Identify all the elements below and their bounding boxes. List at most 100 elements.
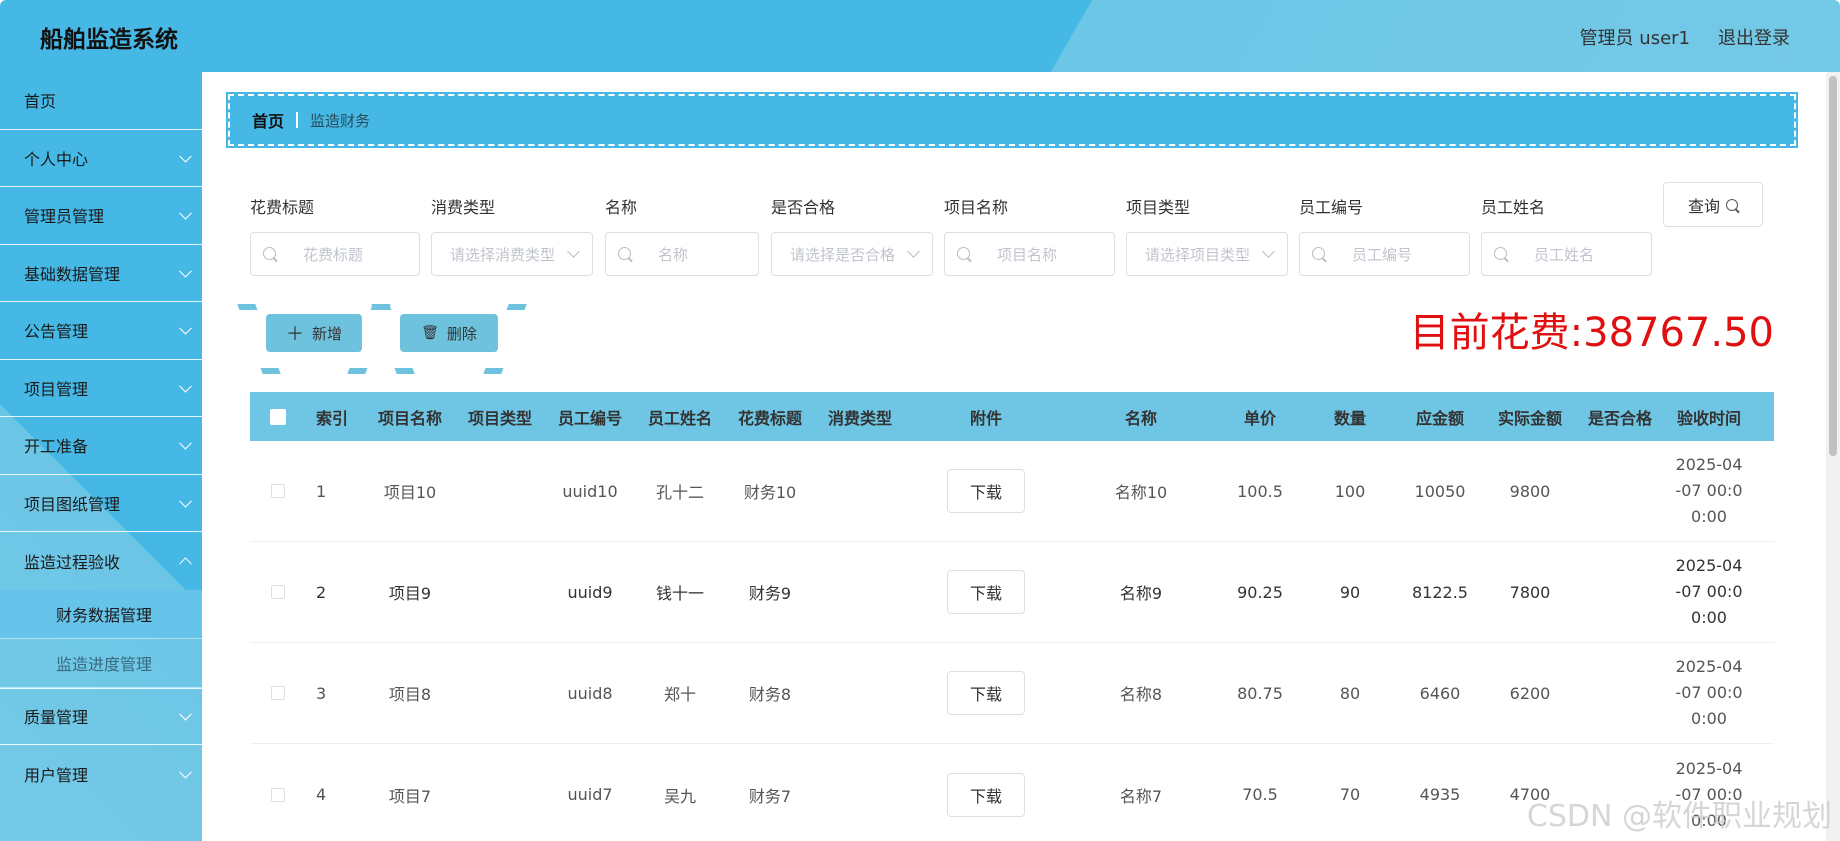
trash-icon: 🗑	[421, 325, 439, 341]
col-header: 数量	[1333, 408, 1366, 428]
breadcrumb-separator	[296, 112, 299, 128]
cell-emp-name: 吴九	[663, 786, 696, 806]
cell-attachment: 下载	[906, 570, 1066, 614]
top-header: 船舶监造系统 管理员 user1 退出登录	[0, 0, 1840, 72]
sidebar-item-personal-center[interactable]: 个人中心	[0, 130, 202, 187]
cell-price: 80.75	[1237, 683, 1283, 703]
delete-button[interactable]: 🗑 删除	[400, 314, 498, 352]
sidebar-item-inspection[interactable]: 监造过程验收	[0, 532, 202, 590]
row-checkbox[interactable]	[250, 787, 306, 802]
emp-no-input[interactable]: 员工编号	[1299, 232, 1470, 276]
chevron-down-icon	[179, 437, 192, 450]
current-user[interactable]: 管理员 user1	[1580, 24, 1690, 50]
filter-name: 名称 名称	[605, 194, 759, 276]
sidebar-item-label: 公告管理	[24, 322, 89, 342]
search-icon	[263, 247, 276, 260]
sidebar-item-drawings[interactable]: 项目图纸管理	[0, 475, 202, 532]
page-scrollbar[interactable]	[1826, 72, 1840, 841]
cell-emp-name: 钱十一	[655, 584, 704, 603]
cell-time: 2025-04 -07 00:0 0:00	[1675, 657, 1743, 728]
cell-attachment: 下载	[906, 469, 1066, 513]
submenu-item-progress[interactable]: 监造进度管理	[0, 639, 202, 688]
download-button[interactable]: 下载	[947, 671, 1025, 715]
cell-name: 名称7	[1119, 786, 1163, 806]
logout-link[interactable]: 退出登录	[1718, 24, 1790, 50]
add-label: 新增	[311, 324, 342, 343]
cell-qty: 90	[1339, 582, 1361, 602]
cell-project: 项目8	[388, 685, 432, 704]
spend-title-input[interactable]: 花费标题	[250, 232, 420, 276]
select-all-checkbox[interactable]	[250, 408, 306, 425]
sidebar-item-label: 首页	[24, 92, 57, 112]
col-header: 单价	[1243, 408, 1276, 428]
add-button[interactable]: ＋ 新增	[266, 314, 362, 352]
cell-attachment: 下载	[906, 772, 1066, 817]
delete-label: 删除	[446, 324, 477, 343]
col-header: 项目名称	[377, 408, 442, 428]
sidebar-item-label: 管理员管理	[24, 207, 105, 227]
filter-qualified: 是否合格 请选择是否合格	[771, 194, 933, 276]
chevron-down-icon	[907, 245, 920, 258]
chevron-down-icon	[179, 708, 192, 721]
current-spend-total: 目前花费:38767.50	[1409, 310, 1774, 356]
cell-name: 名称8	[1119, 685, 1163, 704]
sidebar-item-project[interactable]: 项目管理	[0, 360, 202, 417]
filter-spend-title: 花费标题 花费标题	[250, 194, 420, 276]
cell-time: 2025-04 -07 00:0 0:00	[1675, 556, 1743, 627]
sidebar-item-label: 个人中心	[24, 149, 89, 169]
sidebar-item-users[interactable]: 用户管理	[0, 745, 202, 803]
cell-project: 项目7	[388, 786, 432, 806]
row-checkbox[interactable]	[250, 686, 306, 700]
cell-price: 70.5	[1242, 785, 1278, 804]
search-icon	[957, 247, 970, 260]
sidebar-item-notice[interactable]: 公告管理	[0, 302, 202, 360]
plus-icon: ＋	[285, 324, 304, 345]
scrollbar-thumb[interactable]	[1829, 76, 1837, 456]
name-input[interactable]: 名称	[605, 232, 759, 276]
chevron-down-icon	[179, 264, 192, 278]
search-icon	[1726, 198, 1738, 211]
col-header: 员工编号	[557, 408, 622, 428]
table-row: 1 项目10 uuid10 孔十二 财务10 下载 名称10 100.5 100…	[250, 441, 1774, 542]
cell-emp-no: uuid10	[562, 481, 618, 501]
download-button[interactable]: 下载	[947, 570, 1025, 614]
cell-name: 名称10	[1114, 483, 1168, 502]
chevron-down-icon	[179, 149, 192, 163]
placeholder: 名称	[658, 245, 689, 264]
filter-emp-name: 员工姓名 员工姓名	[1481, 194, 1652, 276]
chevron-down-icon	[1262, 245, 1275, 258]
cell-actual: 7800	[1509, 582, 1551, 602]
breadcrumb: 首页 监造财务	[226, 92, 1798, 148]
chevron-down-icon	[179, 494, 192, 508]
spend-type-select[interactable]: 请选择消费类型	[431, 232, 593, 276]
row-checkbox[interactable]	[250, 585, 306, 599]
cell-name: 名称9	[1119, 584, 1163, 603]
emp-name-input[interactable]: 员工姓名	[1481, 232, 1652, 276]
row-checkbox[interactable]	[250, 484, 306, 498]
col-header: 验收时间	[1676, 408, 1741, 428]
cell-actual: 6200	[1509, 683, 1551, 703]
sidebar-item-quality[interactable]: 质量管理	[0, 687, 202, 745]
project-name-input[interactable]: 项目名称	[944, 232, 1115, 276]
download-button[interactable]: 下载	[947, 772, 1025, 817]
sidebar-item-home[interactable]: 首页	[0, 72, 202, 130]
search-icon	[618, 247, 631, 260]
project-type-select[interactable]: 请选择项目类型	[1126, 232, 1288, 276]
qualified-select[interactable]: 请选择是否合格	[771, 232, 933, 276]
download-button[interactable]: 下载	[947, 469, 1025, 513]
filter-label: 员工姓名	[1481, 198, 1546, 217]
sidebar-item-admin[interactable]: 管理员管理	[0, 187, 202, 245]
sidebar-item-base-data[interactable]: 基础数据管理	[0, 245, 202, 302]
finance-table: 索引 项目名称 项目类型 员工编号 员工姓名 花费标题 消费类型 附件 名称 单…	[250, 392, 1774, 841]
placeholder: 花费标题	[303, 245, 364, 264]
cell-index: 4	[316, 785, 327, 804]
cell-project: 项目10	[383, 483, 437, 502]
query-button[interactable]: 查询	[1663, 182, 1763, 227]
col-header: 应金额	[1415, 408, 1464, 428]
sidebar-item-start-prep[interactable]: 开工准备	[0, 417, 202, 475]
submenu-item-finance[interactable]: 财务数据管理	[0, 589, 202, 639]
breadcrumb-home[interactable]: 首页	[252, 108, 284, 132]
col-header: 员工姓名	[647, 408, 712, 428]
table-header: 索引 项目名称 项目类型 员工编号 员工姓名 花费标题 消费类型 附件 名称 单…	[250, 392, 1774, 441]
filter-label: 项目名称	[944, 198, 1009, 217]
